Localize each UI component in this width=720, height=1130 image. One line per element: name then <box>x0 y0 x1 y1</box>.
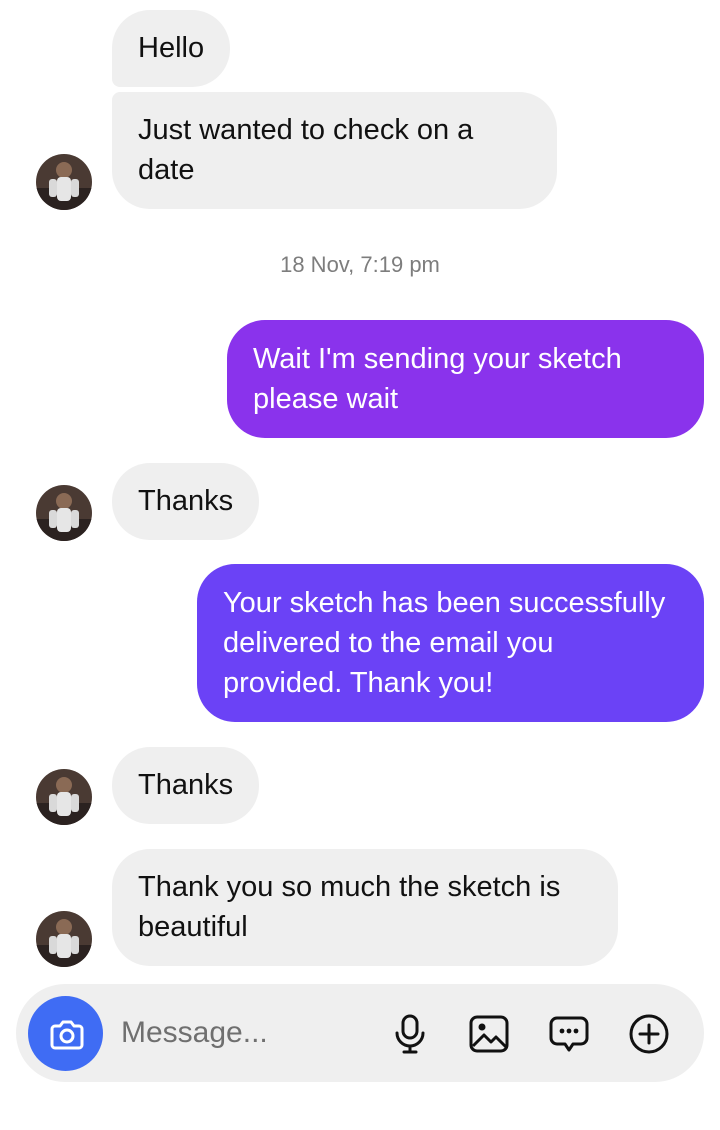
sticker-icon <box>549 1016 589 1052</box>
message-text: Wait I'm sending your sketch please wait <box>253 343 622 415</box>
camera-button[interactable] <box>28 996 103 1071</box>
microphone-icon <box>395 1014 425 1054</box>
message-composer <box>16 984 704 1082</box>
chat-thread: Hello Just wanted to check on a date 18 … <box>0 0 720 1130</box>
message-bubble-incoming[interactable]: Hello <box>112 10 231 87</box>
message-text: Hello <box>138 32 205 64</box>
image-icon <box>469 1015 509 1053</box>
message-text: Thanks <box>138 769 234 801</box>
message-text: Thank you so much the sketch is beautifu… <box>138 871 561 943</box>
avatar[interactable] <box>36 769 92 825</box>
avatar[interactable] <box>36 154 92 210</box>
plus-icon <box>629 1014 669 1054</box>
message-bubble-incoming[interactable]: Thank you so much the sketch is beautifu… <box>112 849 618 966</box>
message-bubble-incoming[interactable]: Thanks <box>112 747 260 824</box>
add-button[interactable] <box>627 1012 671 1056</box>
message-bubble-incoming[interactable]: Thanks <box>112 463 260 540</box>
gallery-button[interactable] <box>467 1012 511 1056</box>
microphone-button[interactable] <box>388 1012 432 1056</box>
sticker-button[interactable] <box>547 1012 591 1056</box>
message-bubble-incoming[interactable]: Just wanted to check on a date <box>112 92 557 209</box>
message-input[interactable] <box>121 1010 381 1056</box>
message-timestamp: 18 Nov, 7:19 pm <box>280 252 440 277</box>
avatar[interactable] <box>36 911 92 967</box>
camera-icon <box>50 1020 84 1050</box>
message-text: Your sketch has been successfully delive… <box>223 587 666 699</box>
avatar[interactable] <box>36 485 92 541</box>
message-bubble-outgoing[interactable]: Wait I'm sending your sketch please wait <box>227 320 704 438</box>
message-text: Thanks <box>138 485 234 517</box>
message-text: Just wanted to check on a date <box>138 114 474 186</box>
message-bubble-outgoing[interactable]: Your sketch has been successfully delive… <box>197 564 704 722</box>
